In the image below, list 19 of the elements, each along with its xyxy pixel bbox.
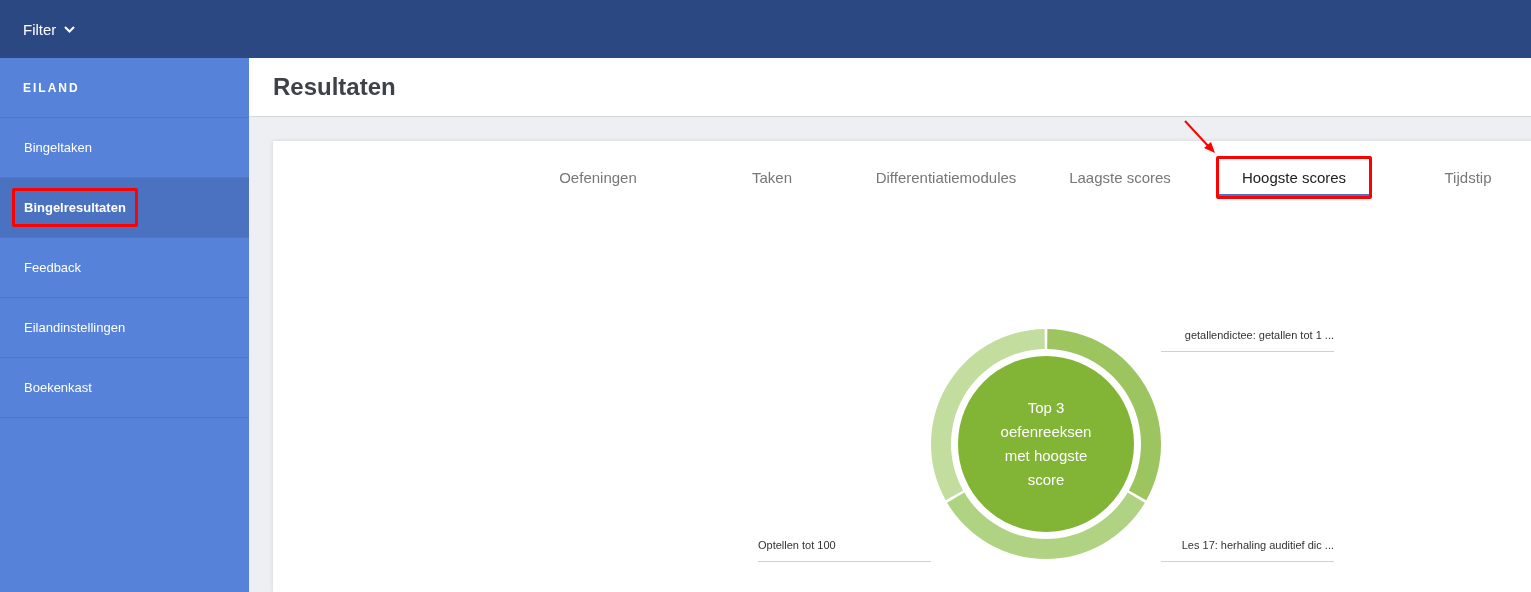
sidebar-item-label: Eilandinstellingen — [23, 319, 127, 337]
segment-label: Les 17: herhaling auditief dic ... — [1161, 539, 1334, 562]
sidebar-item-label: Boekenkast — [23, 379, 93, 397]
tab[interactable]: Hoogste scores — [1216, 156, 1372, 199]
segment-label: Optellen tot 100 — [758, 539, 931, 562]
segment-label: getallendictee: getallen tot 1 ... — [1161, 329, 1334, 352]
chevron-down-icon — [64, 25, 76, 33]
sidebar-item-label: Feedback — [23, 259, 83, 277]
page-title: Resultaten — [273, 73, 396, 101]
sidebar-item-label: Bingeltaken — [23, 139, 93, 157]
tab[interactable]: Tijdstip — [1390, 156, 1531, 199]
annotation-arrow — [1184, 120, 1216, 154]
tab[interactable]: Taken — [694, 156, 850, 199]
tab[interactable]: Laagste scores — [1042, 156, 1198, 199]
sidebar-item[interactable]: Bingelresultaten — [0, 178, 249, 238]
filter-button[interactable]: Filter — [23, 20, 76, 38]
tab[interactable]: Differentiatiemodules — [868, 156, 1024, 199]
tab[interactable]: Oefeningen — [520, 156, 676, 199]
sidebar-item-label: Bingelresultaten — [12, 188, 138, 227]
